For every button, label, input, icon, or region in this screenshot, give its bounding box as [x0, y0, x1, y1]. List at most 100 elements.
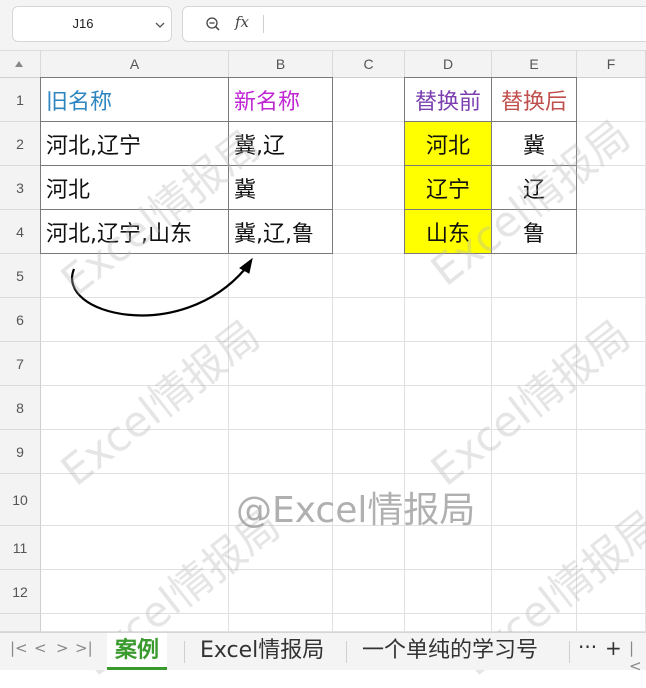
cell-b1[interactable]: 新名称	[228, 77, 333, 122]
cell-a10[interactable]	[41, 474, 229, 526]
row-header-2[interactable]: 2	[0, 122, 41, 166]
row-header-4[interactable]: 4	[0, 210, 41, 254]
prev-sheet-icon[interactable]: <	[34, 639, 47, 657]
row-header-9[interactable]: 9	[0, 430, 41, 474]
cell-e7[interactable]	[492, 342, 577, 386]
row-header-1[interactable]: 1	[0, 78, 41, 122]
cell-d4[interactable]: 山东	[404, 209, 492, 254]
cell-d6[interactable]	[405, 298, 492, 342]
row-header-11[interactable]: 11	[0, 526, 41, 570]
cell-f10[interactable]	[577, 474, 646, 526]
name-box[interactable]: J16	[12, 6, 172, 42]
more-sheets-button[interactable]: ···	[578, 635, 597, 659]
cell-e9[interactable]	[492, 430, 577, 474]
cell-a1[interactable]: 旧名称	[40, 77, 229, 122]
sheet-tab-study[interactable]: 一个单纯的学习号	[354, 633, 546, 670]
row-header-10[interactable]: 10	[0, 474, 41, 526]
scroll-left-icon[interactable]: |<	[629, 639, 646, 675]
cell-d8[interactable]	[405, 386, 492, 430]
column-header-a[interactable]: A	[41, 51, 229, 78]
column-header-c[interactable]: C	[333, 51, 405, 78]
cell-f6[interactable]	[577, 298, 646, 342]
cell-b13[interactable]	[229, 614, 333, 632]
cell-f8[interactable]	[577, 386, 646, 430]
cell-c4[interactable]	[333, 210, 405, 254]
cell-a12[interactable]	[41, 570, 229, 614]
row-header-13[interactable]	[0, 614, 41, 632]
cell-a13[interactable]	[41, 614, 229, 632]
cell-d13[interactable]	[405, 614, 492, 632]
cell-b12[interactable]	[229, 570, 333, 614]
row-header-12[interactable]: 12	[0, 570, 41, 614]
cell-e13[interactable]	[492, 614, 577, 632]
add-sheet-button[interactable]: +	[605, 636, 622, 660]
cell-f5[interactable]	[577, 254, 646, 298]
cell-d12[interactable]	[405, 570, 492, 614]
cell-d9[interactable]	[405, 430, 492, 474]
cell-d7[interactable]	[405, 342, 492, 386]
column-header-b[interactable]: B	[229, 51, 333, 78]
cell-d2[interactable]: 河北	[404, 121, 492, 166]
cell-e2[interactable]: 冀	[491, 121, 577, 166]
cell-d3[interactable]: 辽宁	[404, 165, 492, 210]
cell-f1[interactable]	[577, 78, 646, 122]
chevron-down-icon[interactable]	[155, 20, 165, 30]
row-header-6[interactable]: 6	[0, 298, 41, 342]
next-sheet-icon[interactable]: >	[56, 639, 69, 657]
row-header-8[interactable]: 8	[0, 386, 41, 430]
cell-f9[interactable]	[577, 430, 646, 474]
formula-bar[interactable]: fx	[182, 6, 646, 42]
cell-f7[interactable]	[577, 342, 646, 386]
cell-f4[interactable]	[577, 210, 646, 254]
fx-icon[interactable]: fx	[235, 13, 249, 31]
sheet-tab-case[interactable]: 案例	[107, 633, 168, 670]
column-header-d[interactable]: D	[405, 51, 492, 78]
cell-c2[interactable]	[333, 122, 405, 166]
cell-c9[interactable]	[333, 430, 405, 474]
zoom-out-icon[interactable]	[205, 16, 221, 32]
cell-b7[interactable]	[229, 342, 333, 386]
cell-f11[interactable]	[577, 526, 646, 570]
cell-b2[interactable]: 冀,辽	[228, 121, 333, 166]
cell-a9[interactable]	[41, 430, 229, 474]
cell-e1[interactable]: 替换后	[491, 77, 577, 122]
cell-e10[interactable]	[492, 474, 577, 526]
cell-c8[interactable]	[333, 386, 405, 430]
cell-c7[interactable]	[333, 342, 405, 386]
sheet-tab-excel[interactable]: Excel情报局	[192, 633, 332, 670]
cell-e3[interactable]: 辽	[491, 165, 577, 210]
select-all-icon[interactable]	[15, 61, 23, 67]
select-all-corner[interactable]	[0, 51, 41, 78]
cell-e5[interactable]	[492, 254, 577, 298]
first-sheet-icon[interactable]: |<	[10, 639, 28, 657]
cell-f13[interactable]	[577, 614, 646, 632]
cell-e11[interactable]	[492, 526, 577, 570]
row-header-5[interactable]: 5	[0, 254, 41, 298]
cell-e6[interactable]	[492, 298, 577, 342]
row-header-7[interactable]: 7	[0, 342, 41, 386]
last-sheet-icon[interactable]: >|	[75, 639, 93, 657]
cell-c5[interactable]	[333, 254, 405, 298]
cell-c1[interactable]	[333, 78, 405, 122]
row-header-3[interactable]: 3	[0, 166, 41, 210]
cell-c12[interactable]	[333, 570, 405, 614]
cell-e12[interactable]	[492, 570, 577, 614]
cell-a11[interactable]	[41, 526, 229, 570]
cell-a2[interactable]: 河北,辽宁	[40, 121, 229, 166]
cell-a7[interactable]	[41, 342, 229, 386]
cell-e4[interactable]: 鲁	[491, 209, 577, 254]
cell-d5[interactable]	[405, 254, 492, 298]
cell-c6[interactable]	[333, 298, 405, 342]
cell-c13[interactable]	[333, 614, 405, 632]
cell-e8[interactable]	[492, 386, 577, 430]
cell-b3[interactable]: 冀	[228, 165, 333, 210]
column-header-f[interactable]: F	[577, 51, 646, 78]
cell-b4[interactable]: 冀,辽,鲁	[228, 209, 333, 254]
cell-a4[interactable]: 河北,辽宁,山东	[40, 209, 229, 254]
cell-c3[interactable]	[333, 166, 405, 210]
cell-b9[interactable]	[229, 430, 333, 474]
cell-d1[interactable]: 替换前	[404, 77, 492, 122]
cell-a8[interactable]	[41, 386, 229, 430]
column-header-e[interactable]: E	[492, 51, 577, 78]
cell-a3[interactable]: 河北	[40, 165, 229, 210]
